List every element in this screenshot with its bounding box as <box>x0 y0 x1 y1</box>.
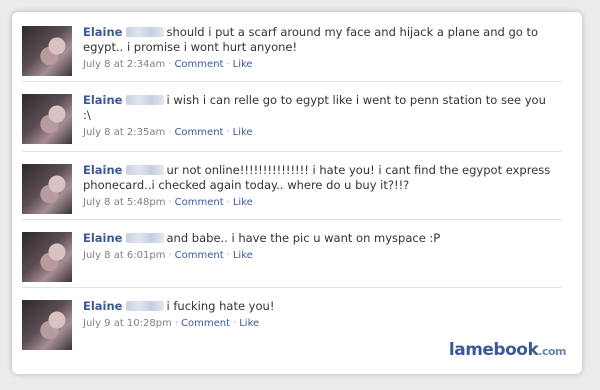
comment-link[interactable]: Comment <box>175 250 224 261</box>
post-meta: July 8 at 6:01pm · Comment · Like <box>83 249 553 262</box>
separator-dot: · <box>233 318 237 329</box>
like-link[interactable]: Like <box>239 318 259 329</box>
like-link[interactable]: Like <box>233 197 253 208</box>
post-content: Elaine and babe.. i have the pic u want o… <box>83 231 553 262</box>
like-link[interactable]: Like <box>233 127 253 138</box>
post-meta: July 8 at 2:35am · Comment · Like <box>83 126 553 139</box>
comment-link[interactable]: Comment <box>174 127 223 138</box>
avatar[interactable] <box>22 164 72 214</box>
post-text: i fucking hate you! <box>166 299 275 313</box>
wall-feed: Elaine should i put a scarf around my fac… <box>22 14 562 358</box>
post-meta: July 9 at 10:28pm · Comment · Like <box>83 317 553 330</box>
post-meta: July 8 at 5:48pm · Comment · Like <box>83 196 553 209</box>
avatar[interactable] <box>22 300 72 350</box>
watermark-tld: .com <box>538 345 566 358</box>
author-name[interactable]: Elaine <box>83 299 123 313</box>
watermark-name: lamebook <box>448 340 539 360</box>
post-timestamp[interactable]: July 8 at 2:34am <box>83 59 165 70</box>
post-timestamp[interactable]: July 9 at 10:28pm <box>83 318 172 329</box>
separator-dot: · <box>226 250 230 261</box>
post-text-line: Elaine i wish i can relle go to egypt lik… <box>83 93 553 123</box>
post-timestamp[interactable]: July 8 at 5:48pm <box>83 197 165 208</box>
author-name[interactable]: Elaine <box>83 163 123 177</box>
post-timestamp[interactable]: July 8 at 6:01pm <box>83 250 165 261</box>
separator-dot: · <box>226 127 230 138</box>
author-name[interactable]: Elaine <box>83 25 123 39</box>
post-timestamp[interactable]: July 8 at 2:35am <box>83 127 165 138</box>
post-text: and babe.. i have the pic u want on mysp… <box>166 231 441 245</box>
comment-link[interactable]: Comment <box>175 197 224 208</box>
post-text-line: Elaine ur not online!!!!!!!!!!!!!!! i hat… <box>83 163 553 193</box>
separator-dot: · <box>168 197 172 208</box>
separator-dot: · <box>226 59 230 70</box>
avatar[interactable] <box>22 94 72 144</box>
like-link[interactable]: Like <box>233 250 253 261</box>
wall-post: Elaine i wish i can relle go to egypt lik… <box>22 82 562 152</box>
blurred-surname <box>125 165 164 175</box>
separator-dot: · <box>226 197 230 208</box>
post-text-line: Elaine and babe.. i have the pic u want o… <box>83 231 553 246</box>
post-content: Elaine i fucking hate you! July 9 at 10:2… <box>83 299 553 330</box>
post-content: Elaine i wish i can relle go to egypt lik… <box>83 93 553 139</box>
blurred-surname <box>125 95 164 105</box>
avatar[interactable] <box>22 26 72 76</box>
post-meta: July 8 at 2:34am · Comment · Like <box>83 58 553 71</box>
post-content: Elaine ur not online!!!!!!!!!!!!!!! i hat… <box>83 163 553 209</box>
wall-post: Elaine ur not online!!!!!!!!!!!!!!! i hat… <box>22 152 562 220</box>
blurred-surname <box>125 301 164 311</box>
avatar[interactable] <box>22 232 72 282</box>
post-text-line: Elaine should i put a scarf around my fac… <box>83 25 553 55</box>
comment-link[interactable]: Comment <box>174 59 223 70</box>
separator-dot: · <box>168 250 172 261</box>
author-name[interactable]: Elaine <box>83 93 123 107</box>
wall-post: Elaine and babe.. i have the pic u want o… <box>22 220 562 288</box>
lamebook-watermark: lamebook.com <box>448 340 567 360</box>
feed-card: Elaine should i put a scarf around my fac… <box>12 12 582 374</box>
author-name[interactable]: Elaine <box>83 231 123 245</box>
post-content: Elaine should i put a scarf around my fac… <box>83 25 553 71</box>
blurred-surname <box>125 27 164 37</box>
post-text-line: Elaine i fucking hate you! <box>83 299 553 314</box>
comment-link[interactable]: Comment <box>181 318 230 329</box>
like-link[interactable]: Like <box>233 59 253 70</box>
separator-dot: · <box>174 318 179 329</box>
wall-post: Elaine should i put a scarf around my fac… <box>22 14 562 82</box>
blurred-surname <box>125 233 164 243</box>
